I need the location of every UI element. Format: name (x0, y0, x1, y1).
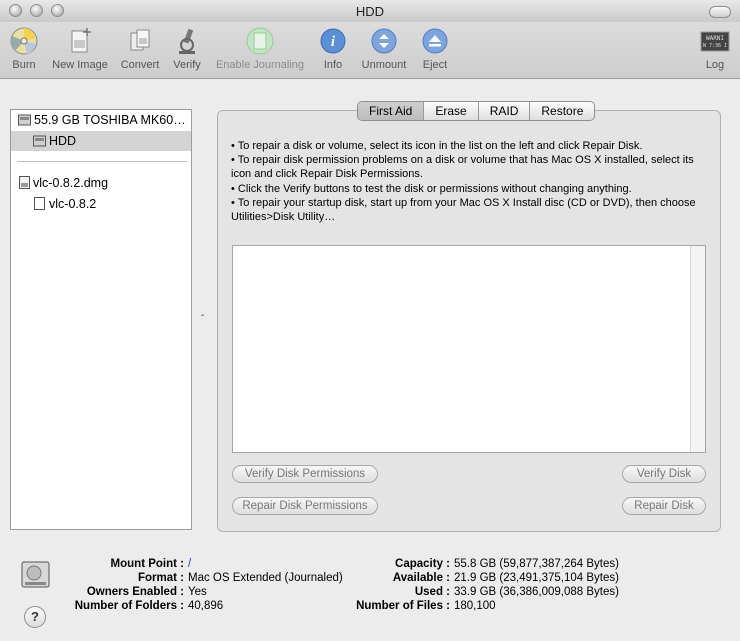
disk-list-separator (17, 161, 187, 162)
disk-list-item-hdd[interactable]: HDD (11, 131, 191, 151)
info-key: Number of Files : (356, 600, 450, 612)
new-image-icon (71, 28, 91, 53)
tab-first-aid[interactable]: First Aid (358, 102, 425, 120)
disk-list-item-vlc-dmg[interactable]: vlc-0.8.2.dmg (11, 173, 191, 193)
log-button[interactable]: WARNI N 7:36 I Log (698, 26, 732, 71)
convert-button[interactable]: Convert (118, 26, 162, 71)
instruction-line: • To repair your startup disk, start up … (231, 196, 696, 224)
info-available: Available : 21.9 GB (23,491,375,104 Bytes… (340, 572, 619, 584)
title-bar: HDD (0, 0, 740, 23)
info-number-of-folders: Number of Folders : 40,896 (60, 600, 223, 612)
help-button[interactable]: ? (24, 606, 46, 628)
disk-label: HDD (49, 134, 77, 148)
log-scrollbar[interactable] (690, 246, 705, 452)
verify-disk-button[interactable]: Verify Disk (622, 465, 706, 483)
verify-icon (179, 28, 195, 54)
hard-disk-icon (18, 114, 31, 126)
info-key: Owners Enabled : (86, 586, 184, 598)
toolbar-label: Burn (12, 59, 36, 71)
disk-utility-window: HDD Burn New Image Convert Verify Enable… (0, 0, 740, 641)
info-key: Mount Point : (110, 558, 184, 570)
new-image-button[interactable]: New Image (48, 26, 112, 71)
toolbar-toggle-button[interactable] (709, 6, 731, 18)
burn-icon (10, 27, 38, 55)
toolbar-label: Enable Journaling (215, 59, 305, 71)
unmount-icon (371, 28, 397, 54)
info-value: 55.8 GB (59,877,387,264 Bytes) (454, 558, 619, 570)
disk-label: vlc-0.8.2.dmg (33, 176, 109, 190)
info-value: 21.9 GB (23,491,375,104 Bytes) (454, 572, 619, 584)
enable-journaling-button[interactable]: Enable Journaling (212, 26, 308, 71)
hard-disk-icon (21, 561, 50, 588)
log-icon-line-2: N 7:36 I (703, 43, 727, 49)
split-view-handle[interactable]: ˆ (201, 314, 204, 325)
repair-disk-button[interactable]: Repair Disk (622, 497, 706, 515)
info-used: Used : 33.9 GB (36,386,009,088 Bytes) (340, 586, 619, 598)
convert-icon (130, 29, 150, 51)
unmount-button[interactable]: Unmount (356, 26, 412, 71)
instruction-line: • To repair a disk or volume, select its… (231, 140, 643, 152)
info-icon: i (320, 28, 346, 54)
burn-button[interactable]: Burn (6, 26, 42, 71)
info-key: Number of Folders : (74, 600, 184, 612)
volume-icon (34, 197, 45, 210)
disk-label: vlc-0.8.2 (49, 197, 97, 211)
disk-image-icon (19, 176, 30, 189)
info-value: 33.9 GB (36,386,009,088 Bytes) (454, 586, 619, 598)
verify-button[interactable]: Verify (170, 26, 204, 71)
enable-journaling-icon (246, 27, 274, 55)
tab-erase[interactable]: Erase (424, 102, 479, 120)
verify-disk-permissions-button[interactable]: Verify Disk Permissions (232, 465, 378, 483)
volume-icon (33, 135, 46, 147)
toolbar-label: Eject (422, 59, 448, 71)
toolbar-label: Log (705, 59, 725, 71)
first-aid-log[interactable] (232, 245, 706, 453)
info-key: Format : (138, 572, 184, 584)
eject-icon (422, 28, 448, 54)
info-key: Capacity : (395, 558, 450, 570)
info-value: Yes (188, 586, 207, 598)
info-format: Format : Mac OS Extended (Journaled) (60, 572, 343, 584)
toolbar-label: New Image (52, 59, 108, 71)
info-button[interactable]: i Info (318, 26, 348, 71)
eject-button[interactable]: Eject (418, 26, 452, 71)
tab-bar: First Aid Erase RAID Restore (357, 101, 596, 121)
disk-list-item-toshiba[interactable]: 55.9 GB TOSHIBA MK60… (11, 110, 191, 130)
window-title: HDD (355, 4, 385, 19)
instruction-line: • Click the Verify buttons to test the d… (231, 182, 632, 195)
info-value: 40,896 (188, 600, 224, 612)
tab-raid[interactable]: RAID (479, 102, 531, 120)
log-icon: WARNI N 7:36 I (700, 31, 730, 52)
log-icon-line-1: WARNI (706, 35, 724, 42)
disk-list[interactable]: 55.9 GB TOSHIBA MK60… HDD vlc-0.8.2.dmg … (10, 109, 192, 530)
info-owners-enabled: Owners Enabled : Yes (60, 586, 207, 598)
info-key: Used : (414, 586, 450, 598)
info-value: / (188, 558, 192, 570)
toolbar-label: Verify (173, 59, 201, 71)
disk-list-item-vlc-volume[interactable]: vlc-0.8.2 (11, 194, 191, 214)
repair-disk-permissions-button[interactable]: Repair Disk Permissions (232, 497, 378, 515)
toolbar: Burn New Image Convert Verify Enable Jou… (0, 22, 740, 79)
first-aid-instructions: • To repair a disk or volume, select its… (231, 139, 711, 224)
info-number-of-files: Number of Files : 180,100 (340, 600, 496, 612)
info-value: Mac OS Extended (Journaled) (188, 572, 343, 584)
disk-label: 55.9 GB TOSHIBA MK60… (34, 113, 186, 127)
info-value: 180,100 (454, 600, 496, 612)
toolbar-label: Unmount (361, 59, 407, 71)
instruction-line: • To repair disk permission problems on … (231, 154, 694, 181)
toolbar-label: Info (323, 59, 343, 71)
info-key: Available : (392, 572, 450, 584)
toolbar-label: Convert (120, 59, 160, 71)
info-mount-point: Mount Point : / (60, 558, 192, 570)
info-capacity: Capacity : 55.8 GB (59,877,387,264 Bytes) (340, 558, 619, 570)
tab-restore[interactable]: Restore (530, 102, 594, 120)
